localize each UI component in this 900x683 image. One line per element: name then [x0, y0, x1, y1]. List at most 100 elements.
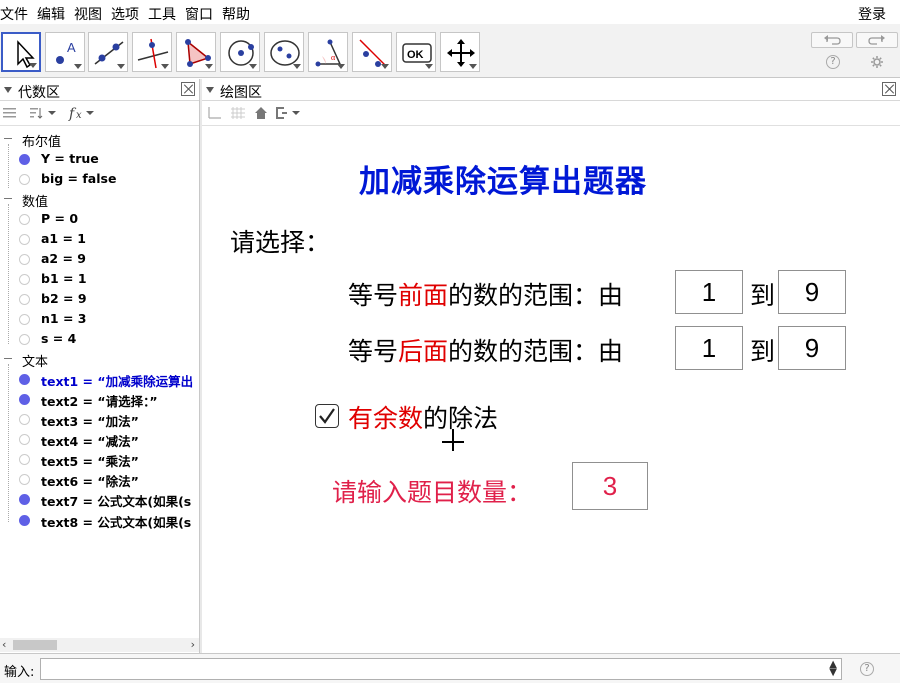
- graphics-panel-header: 绘图区: [202, 79, 900, 101]
- range-back-to-input[interactable]: 9: [778, 326, 846, 370]
- axes-icon[interactable]: [207, 106, 223, 120]
- caret-down-icon[interactable]: [206, 87, 214, 93]
- caret-down-icon[interactable]: [4, 87, 12, 93]
- scroll-right-icon[interactable]: ›: [191, 638, 195, 651]
- ellipse-tool-button[interactable]: [264, 32, 304, 72]
- chevron-down-icon: [249, 64, 257, 69]
- chevron-down-icon: [337, 64, 345, 69]
- redo-icon: [868, 35, 885, 45]
- visibility-toggle[interactable]: [19, 174, 30, 185]
- visibility-toggle[interactable]: [19, 414, 30, 425]
- command-input[interactable]: ▲ ▼: [40, 658, 842, 680]
- home-icon[interactable]: [253, 105, 269, 121]
- scrollbar-thumb[interactable]: [13, 640, 57, 650]
- checkmark-icon: [319, 408, 335, 424]
- undo-icon: [824, 35, 841, 45]
- range-back-from-input[interactable]: 1: [675, 326, 743, 370]
- visibility-toggle[interactable]: [19, 234, 30, 245]
- button-tool-button[interactable]: OK: [396, 32, 436, 72]
- chevron-down-icon: [74, 64, 82, 69]
- page-title: 加减乘除运算出题器: [359, 164, 647, 200]
- visibility-toggle[interactable]: [19, 454, 30, 465]
- visibility-toggle[interactable]: [19, 515, 30, 526]
- redo-button[interactable]: [856, 32, 898, 48]
- visibility-toggle[interactable]: [19, 154, 30, 165]
- range-back-label: 等号后面的数的范围：由: [348, 337, 624, 366]
- line-tool-button[interactable]: [88, 32, 128, 72]
- chevron-down-icon: [161, 64, 169, 69]
- question-count-input[interactable]: 3: [572, 462, 648, 510]
- close-icon[interactable]: [181, 82, 195, 96]
- point-tool-button[interactable]: A: [45, 32, 85, 72]
- help-icon[interactable]: ?: [826, 55, 840, 69]
- svg-text:OK: OK: [407, 49, 424, 61]
- range-front-to-label: 到: [750, 281, 776, 310]
- perpendicular-tool-button[interactable]: [132, 32, 172, 72]
- visibility-toggle[interactable]: [19, 374, 30, 385]
- visibility-toggle[interactable]: [19, 434, 30, 445]
- sort-icon[interactable]: [28, 106, 60, 120]
- svg-text:A: A: [67, 40, 76, 55]
- algebra-panel-header: 代数区: [0, 79, 199, 101]
- visibility-toggle[interactable]: [19, 394, 30, 405]
- toolbar: A α OK ?: [0, 24, 900, 78]
- chevron-down-icon: [29, 63, 37, 68]
- svg-text:x: x: [76, 110, 82, 121]
- point-capture-icon[interactable]: [274, 106, 304, 120]
- menu-view[interactable]: 视图: [74, 4, 102, 24]
- range-front-from-input[interactable]: 1: [675, 270, 743, 314]
- move-tool-button[interactable]: [1, 32, 41, 72]
- visibility-toggle[interactable]: [19, 494, 30, 505]
- chevron-down-icon: [469, 64, 477, 69]
- input-label: 输入:: [4, 665, 35, 680]
- polygon-tool-button[interactable]: [176, 32, 216, 72]
- question-count-label: 请输入题目数量：: [332, 478, 533, 507]
- menu-options[interactable]: 选项: [111, 4, 139, 24]
- scroll-left-icon[interactable]: ‹: [2, 638, 6, 651]
- close-icon[interactable]: [882, 82, 896, 96]
- function-fx-icon[interactable]: fx: [68, 105, 100, 121]
- remainder-checkbox[interactable]: [315, 404, 339, 428]
- settings-gear-icon[interactable]: [870, 55, 884, 69]
- range-front-label: 等号前面的数的范围：由: [348, 281, 624, 310]
- chevron-down-icon: [425, 64, 433, 69]
- visibility-toggle[interactable]: [19, 334, 30, 345]
- remainder-label[interactable]: 有余数的除法: [348, 399, 498, 435]
- list-icon[interactable]: [2, 106, 18, 120]
- range-front-to-input[interactable]: 9: [778, 270, 846, 314]
- reflect-tool-button[interactable]: [352, 32, 392, 72]
- prompt-text: 请选择：: [230, 228, 331, 257]
- chevron-down-icon: [117, 64, 125, 69]
- menu-bar: 文件 编辑 视图 选项 工具 窗口 帮助 登录: [0, 0, 900, 24]
- angle-tool-button[interactable]: α: [308, 32, 348, 72]
- menu-edit[interactable]: 编辑: [37, 4, 65, 24]
- move-view-tool-button[interactable]: [440, 32, 480, 72]
- login-link[interactable]: 登录: [858, 4, 886, 24]
- algebra-horizontal-scrollbar[interactable]: ‹ ›: [0, 638, 199, 652]
- range-back-to-label: 到: [750, 337, 776, 366]
- visibility-toggle[interactable]: [19, 254, 30, 265]
- visibility-toggle[interactable]: [19, 294, 30, 305]
- algebra-subbar: fx: [0, 101, 199, 126]
- algebra-view: 布尔值 Y = true big = false 数值 P = 0 a1 = 1…: [0, 126, 199, 638]
- visibility-toggle[interactable]: [19, 214, 30, 225]
- graphics-view[interactable]: 加减乘除运算出题器 请选择： 等号前面的数的范围：由 1 到 9 等号后面的数的…: [202, 126, 900, 653]
- visibility-toggle[interactable]: [19, 314, 30, 325]
- graphics-subbar: [202, 101, 900, 126]
- chevron-down-icon: [293, 64, 301, 69]
- visibility-toggle[interactable]: [19, 274, 30, 285]
- undo-button[interactable]: [811, 32, 853, 48]
- chevron-down-icon: [381, 64, 389, 69]
- algebra-panel-title: 代数区: [18, 85, 60, 101]
- spinner-icon[interactable]: ▲ ▼: [829, 660, 837, 678]
- chevron-down-icon: [205, 64, 213, 69]
- menu-file[interactable]: 文件: [0, 4, 28, 24]
- menu-help[interactable]: 帮助: [222, 4, 250, 24]
- circle-tool-button[interactable]: [220, 32, 260, 72]
- menu-window[interactable]: 窗口: [185, 4, 213, 24]
- visibility-toggle[interactable]: [19, 474, 30, 485]
- graphics-panel-title: 绘图区: [220, 85, 262, 101]
- grid-icon[interactable]: [230, 106, 246, 120]
- input-help-icon[interactable]: ?: [860, 662, 874, 676]
- menu-tools[interactable]: 工具: [148, 4, 176, 24]
